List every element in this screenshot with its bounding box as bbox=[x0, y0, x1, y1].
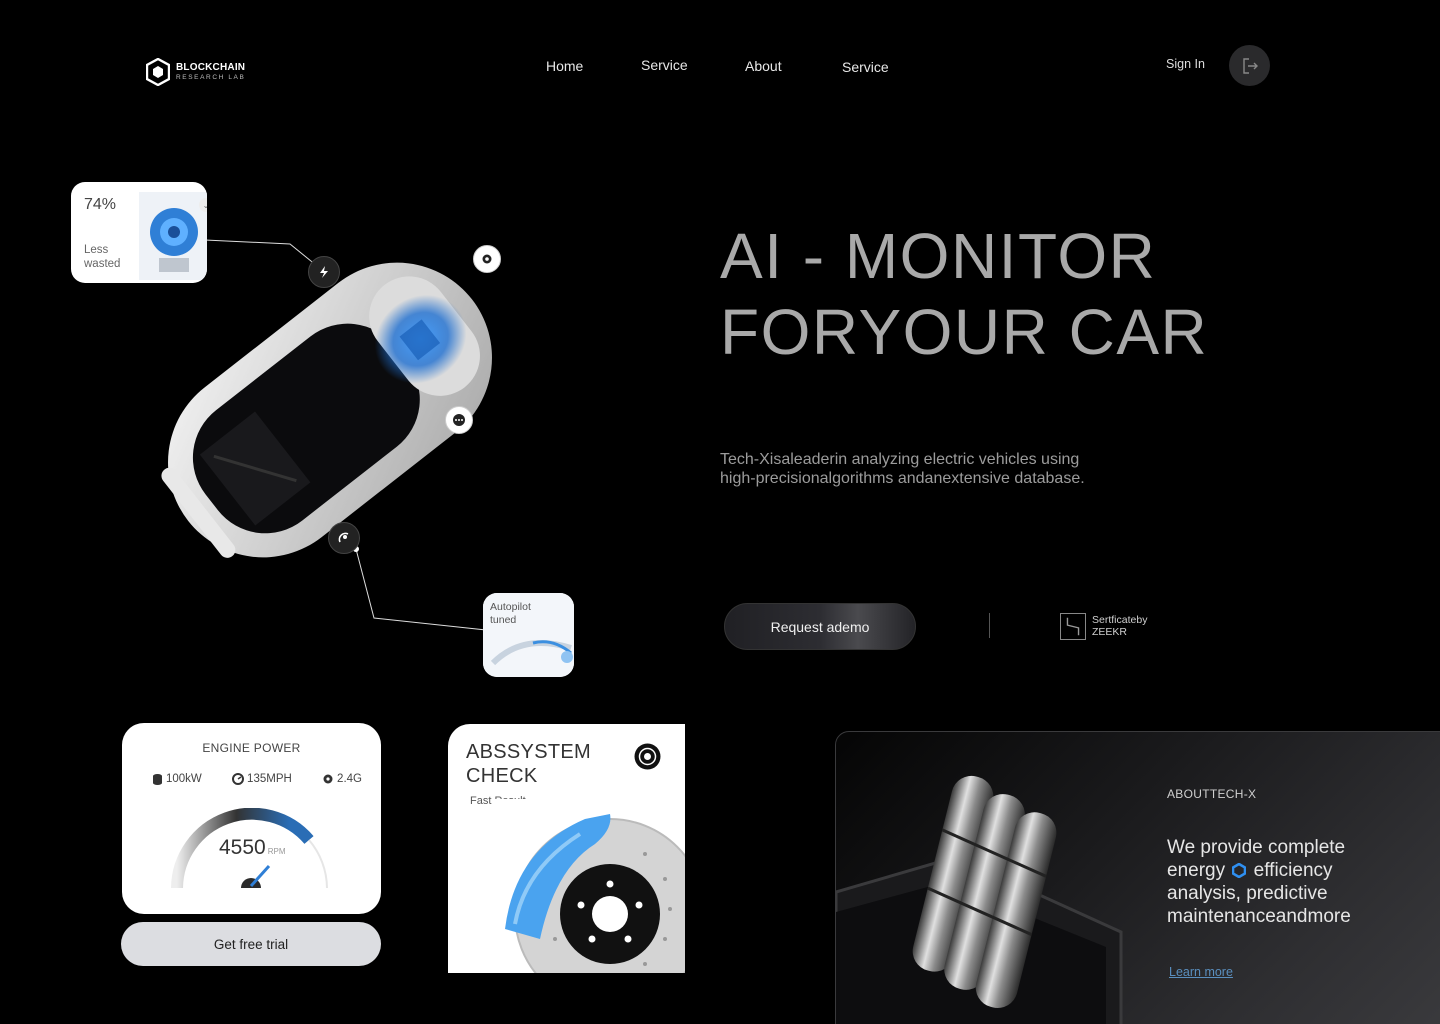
abs-title-line2: CHECK bbox=[466, 765, 538, 787]
satellite-icon bbox=[338, 532, 349, 543]
divider bbox=[989, 613, 990, 638]
stat-speed-value: 135MPH bbox=[247, 773, 292, 785]
target-icon[interactable] bbox=[633, 742, 662, 771]
nav-service-2[interactable]: Service bbox=[842, 59, 889, 75]
rpm-readout: 4550 RPM bbox=[219, 836, 286, 860]
about-heading: ABOUTTECH-X bbox=[1167, 787, 1257, 801]
autopilot-label-line2: tuned bbox=[490, 614, 517, 626]
stat-speed: 135MPH bbox=[232, 773, 292, 785]
hexagon-icon bbox=[1232, 863, 1247, 878]
autopilot-label: Autopilot tuned bbox=[490, 601, 531, 627]
efficiency-label-line2: wasted bbox=[84, 258, 121, 270]
stat-gear: 2.4G bbox=[322, 773, 362, 785]
stat-power: 100kW bbox=[152, 773, 202, 785]
more-hotspot[interactable] bbox=[445, 406, 473, 434]
hero-title: AI - MONITOR FORYOUR CAR bbox=[720, 218, 1208, 370]
engine-stats: 100kW 135MPH 2.4G bbox=[152, 773, 362, 785]
logout-icon bbox=[1242, 57, 1258, 74]
nav-about[interactable]: About bbox=[745, 58, 782, 74]
efficiency-label-line1: Less bbox=[84, 244, 109, 256]
lightning-icon bbox=[320, 266, 328, 278]
sign-in-link[interactable]: Sign In bbox=[1166, 57, 1205, 71]
stat-gear-value: 2.4G bbox=[337, 773, 362, 785]
motor-image bbox=[139, 192, 207, 280]
certificate-line2: ZEEKR bbox=[1092, 626, 1128, 638]
zeekr-logo-icon bbox=[1060, 613, 1086, 640]
abs-title: ABSSYSTEM CHECK bbox=[466, 740, 591, 788]
efficiency-label: Less wasted bbox=[84, 243, 120, 271]
hero-title-line2: FORYOUR CAR bbox=[720, 296, 1209, 368]
logout-button[interactable] bbox=[1229, 45, 1270, 86]
power-hotspot[interactable] bbox=[308, 256, 340, 288]
about-text: We provide complete energy efficiency an… bbox=[1167, 836, 1397, 928]
speedometer-icon bbox=[232, 773, 245, 785]
gear-icon bbox=[323, 774, 333, 784]
hero-title-line1: AI - MONITOR bbox=[720, 220, 1157, 292]
settings-hotspot[interactable] bbox=[473, 245, 501, 273]
database-icon bbox=[153, 774, 162, 785]
about-card: ABOUTTECH-X We provide complete energy e… bbox=[835, 731, 1440, 1024]
free-trial-button[interactable]: Get free trial bbox=[121, 922, 381, 966]
battery-pack-image bbox=[836, 775, 1123, 1024]
gear-icon bbox=[482, 254, 492, 264]
learn-more-link[interactable]: Learn more bbox=[1169, 965, 1233, 979]
efficiency-percent: 74% bbox=[84, 196, 117, 213]
certificate-label: Sertficateby ZEEKR bbox=[1092, 614, 1147, 638]
request-demo-button[interactable]: Request ademo bbox=[724, 603, 916, 650]
rpm-value: 4550 bbox=[219, 836, 266, 859]
more-icon bbox=[453, 414, 465, 426]
autopilot-callout[interactable]: Autopilot tuned bbox=[483, 593, 574, 677]
rpm-unit: RPM bbox=[267, 847, 286, 856]
autopilot-hotspot[interactable] bbox=[328, 522, 360, 554]
engine-efficiency-callout[interactable]: 74% ⌄ Less wasted bbox=[71, 182, 207, 283]
chevron-down-icon[interactable]: ⌄ bbox=[199, 198, 207, 212]
autopilot-label-line1: Autopilot bbox=[490, 601, 531, 613]
stat-power-value: 100kW bbox=[166, 773, 202, 785]
engine-power-title: ENGINE POWER bbox=[202, 741, 301, 755]
nav-service[interactable]: Service bbox=[641, 57, 688, 73]
engine-power-card: ENGINE POWER 100kW 135MPH 2.4G 4550 RPM bbox=[122, 723, 381, 914]
abs-title-line1: ABSSYSTEM bbox=[466, 741, 591, 763]
abs-check-card[interactable]: ABSSYSTEM CHECK Fast Result bbox=[448, 724, 685, 973]
hero-description: Tech-Xisaleaderin analyzing electric veh… bbox=[720, 451, 1085, 487]
certificate-line1: Sertficateby bbox=[1092, 614, 1148, 626]
brake-disc-image bbox=[495, 799, 685, 973]
